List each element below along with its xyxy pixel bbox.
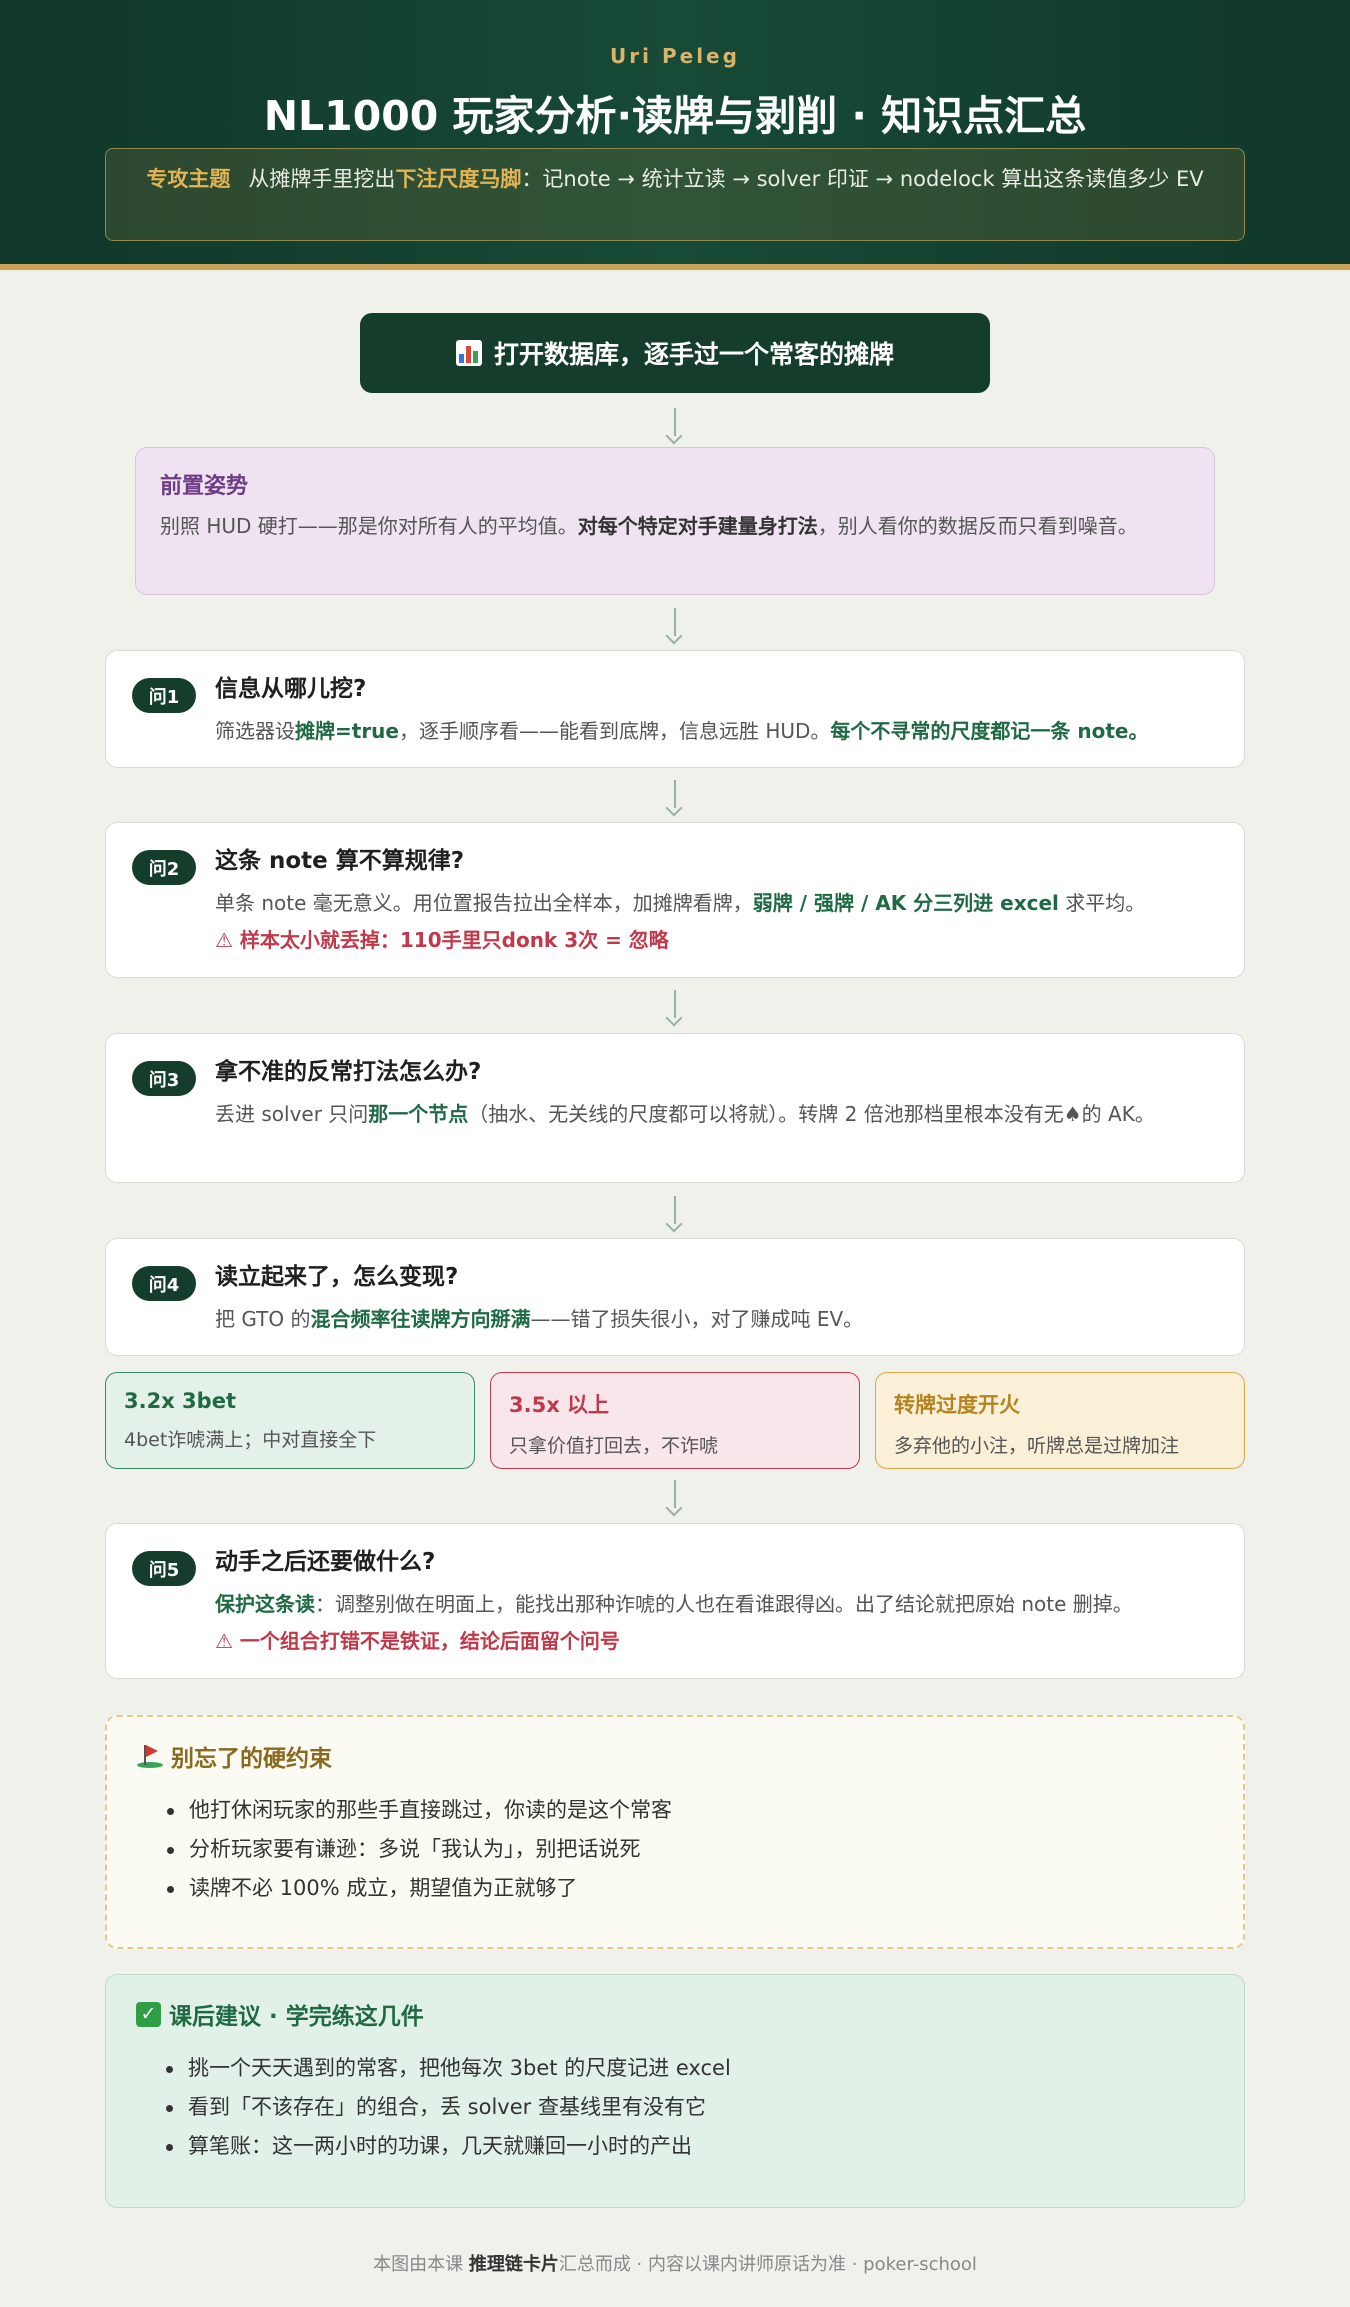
question-text-part: 单条 note 毫无意义。用位置报告拉出全样本，加摊牌看牌， (215, 891, 753, 915)
question-card-5: 问5 动手之后还要做什么? 保护这条读：调整别做在明面上，能找出那种诈唬的人也在… (105, 1523, 1245, 1679)
question-text: 丢进 solver 只问那一个节点（抽水、无关线的尺度都可以将就）。转牌 2 倍… (215, 1098, 1218, 1131)
question-badge: 问1 (132, 678, 196, 713)
theme-text-post: ：记note → 统计立读 → solver 印证 → nodelock 算出这… (521, 167, 1204, 191)
list-item: 分析玩家要有谦逊：多说「我认为」，别把话说死 (167, 1830, 1213, 1869)
outcome-card-35x-plus: 3.5x 以上 只拿价值打回去，不诈唬 (490, 1372, 860, 1469)
outcome-title: 转牌过度开火 (894, 1393, 1020, 1417)
question-text: 筛选器设摊牌=true，逐手顺序看——能看到底牌，信息远胜 HUD。每个不寻常的… (215, 715, 1218, 748)
author-name: Uri Peleg (610, 44, 740, 68)
question-text-part: 筛选器设 (215, 719, 295, 743)
question-title: 信息从哪儿挖? (215, 676, 367, 702)
outcome-desc: 4bet诈唬满上；中对直接全下 (124, 1429, 377, 1451)
homework-title-text: 课后建议 · 学完练这几件 (169, 2004, 424, 2030)
question-text-part: 求平均。 (1058, 891, 1146, 915)
question-text: 保护这条读：调整别做在明面上，能找出那种诈唬的人也在看谁跟得凶。出了结论就把原始… (215, 1588, 1218, 1621)
theme-text-pre: 从摊牌手里挖出 (248, 167, 396, 191)
prerequisite-text-bold: 对每个特定对手建量身打法 (577, 514, 818, 538)
question-card-1: 问1 信息从哪儿挖? 筛选器设摊牌=true，逐手顺序看——能看到底牌，信息远胜… (105, 650, 1245, 768)
question-text-part: （抽水、无关线的尺度都可以将就）。转牌 2 倍池那档里根本没有无♠的 AK。 (468, 1102, 1155, 1126)
page-title: NL1000 玩家分析·读牌与剥削 · 知识点汇总 (263, 92, 1087, 140)
footer-text-bold: 推理链卡片 (468, 2254, 559, 2275)
question-text: 把 GTO 的混合频率往读牌方向掰满——错了损失很小，对了赚成吨 EV。 (215, 1303, 1218, 1336)
homework-box: ✓ 课后建议 · 学完练这几件 挑一个天天遇到的常客，把他每次 3bet 的尺度… (105, 1974, 1245, 2208)
flow-arrow-icon (665, 608, 685, 642)
question-title: 拿不准的反常打法怎么办? (215, 1059, 482, 1085)
warning-text: ⚠ 样本太小就丢掉：110手里只donk 3次 = 忽略 (215, 928, 669, 952)
question-text-bold: 摊牌=true (295, 719, 399, 743)
outcome-desc: 只拿价值打回去，不诈唬 (509, 1435, 719, 1457)
question-badge: 问2 (132, 850, 196, 885)
question-card-4: 问4 读立起来了，怎么变现? 把 GTO 的混合频率往读牌方向掰满——错了损失很… (105, 1238, 1245, 1356)
list-item: 算笔账：这一两小时的功课，几天就赚回一小时的产出 (166, 2127, 1214, 2166)
prerequisite-text: 别照 HUD 硬打——那是你对所有人的平均值。对每个特定对手建量身打法，别人看你… (160, 510, 1190, 543)
prerequisite-title: 前置姿势 (160, 474, 249, 499)
theme-box: 专攻主题 从摊牌手里挖出下注尺度马脚：记note → 统计立读 → solver … (105, 148, 1245, 241)
outcome-desc: 多弃他的小注，听牌总是过牌加注 (894, 1435, 1180, 1457)
question-text: 单条 note 毫无意义。用位置报告拉出全样本，加摊牌看牌，弱牌 / 强牌 / … (215, 887, 1218, 920)
question-badge: 问3 (132, 1061, 196, 1096)
question-text-part: ：调整别做在明面上，能找出那种诈唬的人也在看谁跟得凶。出了结论就把原始 note… (315, 1592, 1133, 1616)
question-title: 动手之后还要做什么? (215, 1549, 436, 1575)
list-item: 看到「不该存在」的组合，丢 solver 查基线里有没有它 (166, 2088, 1214, 2127)
outcome-title: 3.5x 以上 (509, 1393, 610, 1417)
hard-constraints-box: 别忘了的硬约束 他打休闲玩家的那些手直接跳过，你读的是这个常客 分析玩家要有谦逊… (105, 1715, 1245, 1949)
hard-constraints-title-text: 别忘了的硬约束 (171, 1746, 332, 1772)
page-header: Uri Peleg NL1000 玩家分析·读牌与剥削 · 知识点汇总 专攻主题… (0, 0, 1350, 270)
flow-arrow-icon (665, 1480, 685, 1514)
question-title: 这条 note 算不算规律? (215, 848, 465, 874)
homework-list: 挑一个天天遇到的常客，把他每次 3bet 的尺度记进 excel 看到「不该存在… (136, 2049, 1214, 2166)
question-badge: 问4 (132, 1266, 196, 1301)
footer-text-pre: 本图由本课 (373, 2254, 469, 2275)
hard-constraints-title: 别忘了的硬约束 (137, 1739, 1213, 1773)
list-item: 挑一个天天遇到的常客，把他每次 3bet 的尺度记进 excel (166, 2049, 1214, 2088)
question-card-2: 问2 这条 note 算不算规律? 单条 note 毫无意义。用位置报告拉出全样… (105, 822, 1245, 978)
question-text-part: 把 GTO 的 (215, 1307, 311, 1331)
question-card-3: 问3 拿不准的反常打法怎么办? 丢进 solver 只问那一个节点（抽水、无关线… (105, 1033, 1245, 1183)
question-text-bold: 混合频率往读牌方向掰满 (310, 1307, 531, 1331)
theme-label: 专攻主题 (146, 167, 231, 191)
question-text-bold: 那一个节点 (368, 1102, 469, 1126)
list-item: 读牌不必 100% 成立，期望值为正就够了 (167, 1869, 1213, 1908)
question-text-part: ——错了损失很小，对了赚成吨 EV。 (530, 1307, 864, 1331)
question-title: 读立起来了，怎么变现? (215, 1264, 459, 1290)
question-text-part: ，逐手顺序看——能看到底牌，信息远胜 HUD。 (398, 719, 831, 743)
start-step-button[interactable]: 打开数据库，逐手过一个常客的摊牌 (360, 313, 990, 393)
prerequisite-text-a: 别照 HUD 硬打——那是你对所有人的平均值。 (160, 514, 578, 538)
theme-highlight: 下注尺度马脚 (395, 167, 522, 191)
flow-arrow-icon (665, 780, 685, 814)
homework-title: ✓ 课后建议 · 学完练这几件 (136, 1997, 1214, 2031)
question-text-bold: 每个不寻常的尺度都记一条 note。 (830, 719, 1149, 743)
outcome-title: 3.2x 3bet (124, 1389, 236, 1413)
footer-text-post: 汇总而成 · 内容以课内讲师原话为准 · poker-school (558, 2254, 977, 2275)
flow-arrow-icon (665, 408, 685, 442)
start-step-label: 打开数据库，逐手过一个常客的摊牌 (493, 340, 894, 369)
warning-text: ⚠ 一个组合打错不是铁证，结论后面留个问号 (215, 1629, 620, 1653)
list-item: 他打休闲玩家的那些手直接跳过，你读的是这个常客 (167, 1791, 1213, 1830)
question-text-part: 丢进 solver 只问 (215, 1102, 369, 1126)
flow-arrow-icon (665, 1196, 685, 1230)
question-badge: 问5 (132, 1551, 196, 1586)
flow-arrow-icon (665, 990, 685, 1024)
question-text-bold: 弱牌 / 强牌 / AK 分三列进 excel (752, 891, 1059, 915)
outcome-card-turn-overfire: 转牌过度开火 多弃他的小注，听牌总是过牌加注 (875, 1372, 1245, 1469)
hard-constraints-list: 他打休闲玩家的那些手直接跳过，你读的是这个常客 分析玩家要有谦逊：多说「我认为」… (137, 1791, 1213, 1908)
question-text-bold: 保护这条读 (215, 1592, 315, 1616)
bar-chart-icon (455, 340, 482, 366)
golf-flag-icon (137, 1743, 163, 1769)
outcome-card-3bet-32x: 3.2x 3bet 4bet诈唬满上；中对直接全下 (105, 1372, 475, 1469)
check-icon: ✓ (136, 2001, 161, 2027)
footer-note: 本图由本课 推理链卡片汇总而成 · 内容以课内讲师原话为准 · poker-sc… (0, 2250, 1350, 2276)
prerequisite-text-c: ，别人看你的数据反而只看到噪音。 (817, 514, 1138, 538)
prerequisite-box: 前置姿势 别照 HUD 硬打——那是你对所有人的平均值。对每个特定对手建量身打法… (135, 447, 1215, 595)
